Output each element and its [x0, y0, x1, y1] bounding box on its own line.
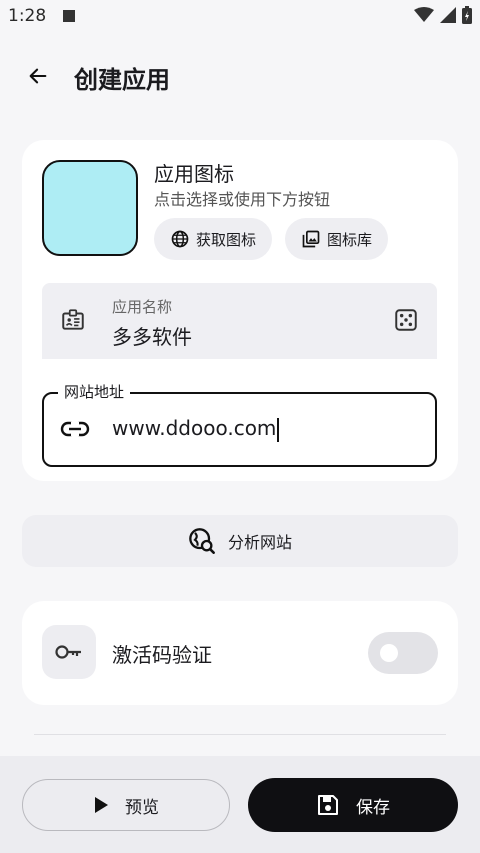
app-bar: 创建应用	[0, 44, 480, 108]
activation-toggle[interactable]	[368, 632, 438, 674]
battery-icon	[462, 6, 472, 24]
activation-label: 激活码验证	[112, 643, 212, 667]
fetch-icon-button[interactable]: 获取图标	[154, 218, 273, 260]
status-bar: 1:28	[0, 0, 480, 34]
save-icon	[318, 795, 338, 815]
notification-icon	[63, 10, 75, 22]
icon-section-hint: 点击选择或使用下方按钮	[154, 190, 331, 209]
image-library-icon	[302, 230, 320, 248]
analyze-website-label: 分析网站	[227, 533, 292, 552]
badge-icon	[62, 309, 84, 330]
website-url-input[interactable]: www.ddooo.com	[112, 416, 280, 442]
arrow-left-icon	[29, 68, 47, 84]
icon-library-label: 图标库	[327, 230, 373, 249]
play-icon	[95, 797, 108, 813]
dice-icon[interactable]	[393, 307, 419, 333]
website-url-label: 网站地址	[58, 381, 131, 402]
icon-library-button[interactable]: 图标库	[285, 218, 389, 260]
link-icon	[60, 421, 90, 437]
app-icon-preview[interactable]	[42, 160, 138, 256]
activation-icon-box	[42, 625, 96, 679]
website-url-field[interactable]: 网站地址 www.ddooo.com	[42, 381, 437, 467]
app-name-value: 多多软件	[112, 325, 192, 349]
page-title: 创建应用	[74, 66, 170, 94]
icon-section-title: 应用图标	[154, 162, 234, 186]
activation-card: 激活码验证	[22, 601, 458, 705]
globe-search-icon	[189, 528, 215, 554]
key-icon	[55, 645, 81, 659]
toggle-thumb	[380, 644, 398, 662]
text-caret	[277, 417, 280, 442]
preview-label: 预览	[125, 797, 159, 818]
app-name-field[interactable]: 应用名称 多多软件	[42, 283, 437, 359]
app-info-card: 应用图标 点击选择或使用下方按钮 获取图标 图标库 应用名称 多多软件 网站地址…	[22, 140, 458, 481]
app-name-label: 应用名称	[112, 298, 173, 316]
back-button[interactable]	[20, 58, 56, 94]
fetch-icon-label: 获取图标	[196, 230, 257, 249]
analyze-website-button[interactable]: 分析网站	[22, 515, 458, 567]
wifi-icon	[414, 7, 434, 22]
website-url-value: www.ddooo.com	[112, 416, 277, 440]
globe-icon	[171, 230, 189, 248]
save-label: 保存	[356, 797, 390, 818]
preview-button[interactable]: 预览	[22, 779, 230, 831]
save-button[interactable]: 保存	[248, 778, 458, 832]
signal-icon	[440, 7, 456, 23]
status-time: 1:28	[8, 6, 47, 26]
bottom-action-bar: 预览 保存	[0, 756, 480, 853]
status-icons	[414, 6, 472, 24]
divider	[34, 734, 446, 735]
